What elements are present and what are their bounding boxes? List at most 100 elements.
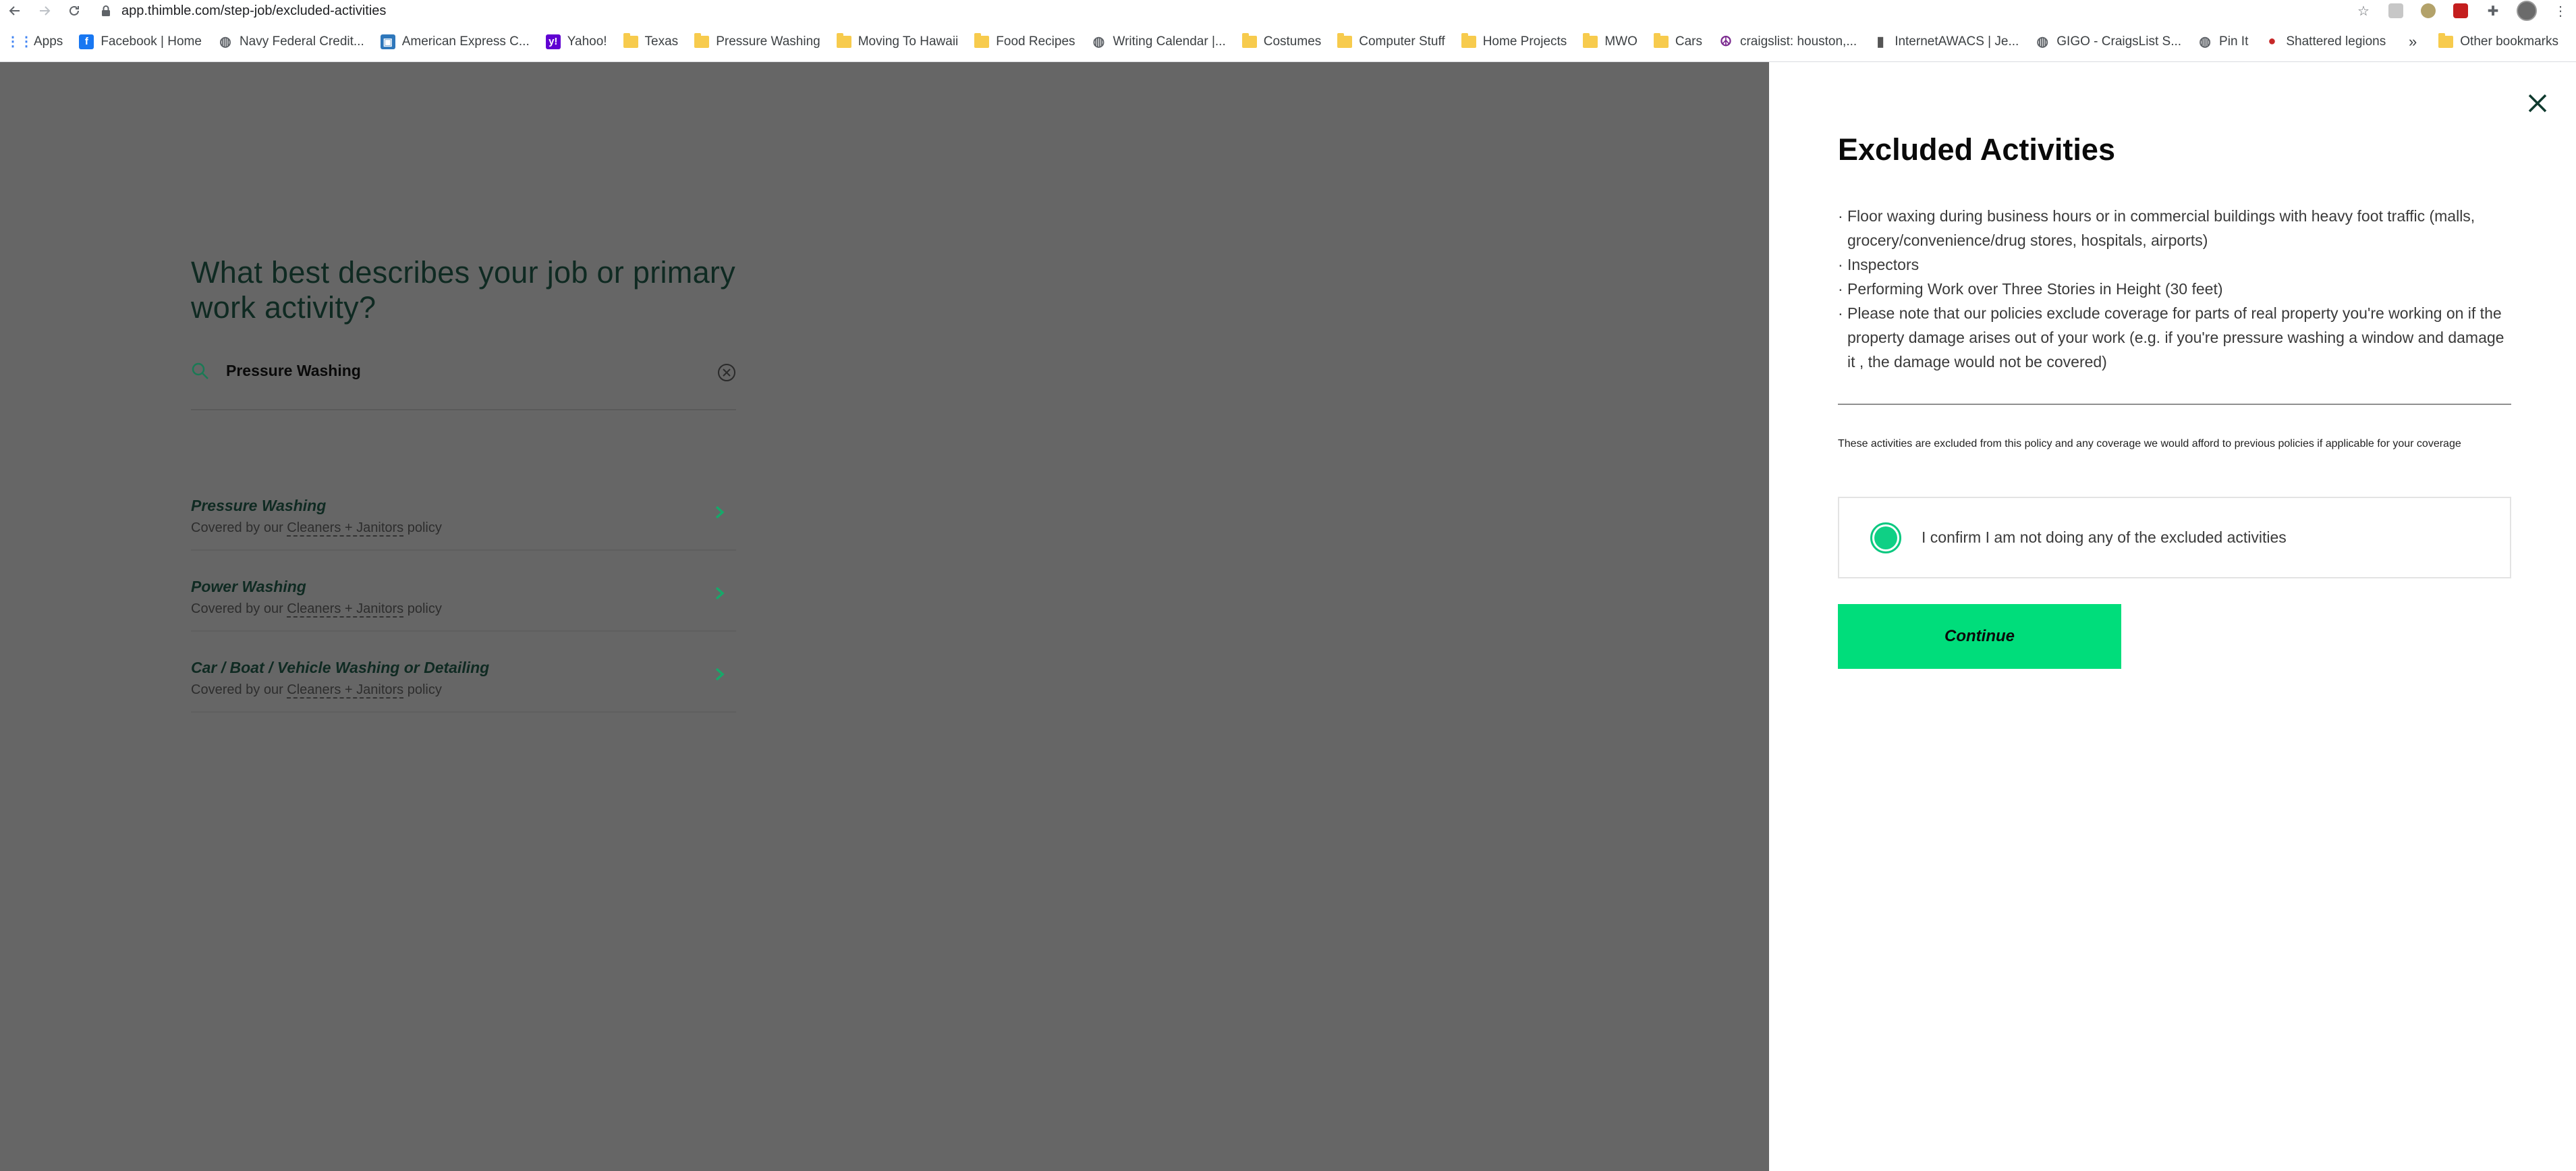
bookmark-item[interactable]: y! Yahoo! [538,28,615,55]
bookmark-item[interactable]: Food Recipes [966,28,1083,55]
confirm-radio[interactable] [1870,522,1901,553]
chevron-right-icon [715,587,725,600]
arrow-right-icon [40,6,51,16]
bookmark-label: Writing Calendar |... [1113,34,1226,49]
result-sub-suffix: policy [403,601,442,616]
folder-icon [623,32,638,48]
bookmark-item[interactable]: ● Shattered legions [2256,28,2394,55]
bookmark-item[interactable]: MWO [1575,28,1646,55]
folder-icon [1337,32,1353,48]
bookmark-item[interactable]: Moving To Hawaii [829,28,967,55]
globe-icon: ◍ [219,34,231,49]
bookmark-label: Computer Stuff [1359,34,1445,49]
close-icon[interactable] [2526,92,2549,115]
result-title: Power Washing [191,578,306,595]
bookmark-star-icon[interactable]: ☆ [2355,2,2372,20]
browser-toolbar: app.thimble.com/step-job/excluded-activi… [0,0,2576,22]
exclusion-item: Inspectors [1838,252,2513,277]
globe-icon: ◍ [1092,34,1105,49]
arrow-left-icon [9,6,20,16]
folder-icon [1241,32,1257,48]
bookmark-item[interactable]: Computer Stuff [1329,28,1453,55]
reload-button[interactable] [59,0,89,22]
bookmark-label: GIGO - CraigsList S... [2056,34,2182,49]
bookmark-label: Texas [644,34,679,49]
result-sub-prefix: Covered by our [191,520,287,535]
folder-icon [1461,32,1476,48]
bookmark-item[interactable]: f Facebook | Home [71,28,210,55]
exclusion-item: Floor waxing during business hours or in… [1838,204,2513,252]
clear-search-icon[interactable] [717,363,736,382]
bookmark-label: Apps [34,34,63,49]
drawer-title: Excluded Activities [1838,132,2115,167]
profile-avatar[interactable] [2517,1,2537,21]
chevron-right-icon [715,506,725,519]
result-title: Pressure Washing [191,497,327,514]
extension-gray-icon[interactable] [2387,2,2405,20]
bookmark-item[interactable]: ◍ GIGO - CraigsList S... [2027,28,2189,55]
job-selection-page: What best describes your job or primary … [0,62,1769,1171]
url-text: app.thimble.com/step-job/excluded-activi… [121,3,387,18]
excluded-activities-drawer: Excluded Activities Floor waxing during … [1769,62,2576,1171]
search-icon [192,362,208,379]
bookmark-label: American Express C... [401,34,530,49]
extension-coin-icon[interactable] [2419,2,2437,20]
kebab-menu-icon[interactable]: ⋮ [2552,2,2569,20]
result-sub-suffix: policy [403,520,442,535]
address-bar[interactable]: app.thimble.com/step-job/excluded-activi… [100,0,386,22]
policy-link[interactable]: Cleaners + Janitors [287,682,404,699]
facebook-icon: f [79,34,94,49]
bookmark-label: Home Projects [1482,34,1567,49]
search-input[interactable]: Pressure Washing [226,362,361,380]
bookmark-label: Yahoo! [567,34,607,49]
policy-link[interactable]: Cleaners + Janitors [287,601,404,618]
exclusion-list: Floor waxing during business hours or in… [1838,204,2513,374]
bookmark-label: Food Recipes [996,34,1075,49]
result-row[interactable]: Pressure Washing Covered by our Cleaners … [191,470,736,551]
bookmark-item[interactable]: ▣ American Express C... [372,28,538,55]
skull-icon: ● [2268,34,2276,49]
page-title: What best describes your job or primary … [191,255,735,325]
bookmarks-overflow: » Other bookmarks [2409,22,2567,62]
policy-link[interactable]: Cleaners + Janitors [287,520,404,537]
bookmark-item[interactable]: Home Projects [1453,28,1575,55]
reload-icon [69,5,79,16]
bookmark-item[interactable]: ⋮⋮ Apps [4,28,71,55]
exclusion-notice: These activities are excluded from this … [1838,438,2461,450]
other-bookmarks-button[interactable]: Other bookmarks [2430,28,2567,55]
back-button[interactable] [0,0,30,22]
more-bookmarks-button[interactable]: » [2409,33,2417,51]
bookmark-label: Costumes [1263,34,1322,49]
result-sub-prefix: Covered by our [191,682,287,697]
forward-button[interactable] [30,0,59,22]
bars-icon: ▮ [1876,34,1884,49]
result-row[interactable]: Power Washing Covered by our Cleaners + J… [191,551,736,632]
result-subtitle: Covered by our Cleaners + Janitors polic… [191,682,442,699]
bookmark-item[interactable]: ◍ Navy Federal Credit... [210,28,372,55]
confirm-option[interactable]: I confirm I am not doing any of the excl… [1838,497,2511,578]
acrobat-icon[interactable] [2452,2,2469,20]
bookmark-item[interactable]: ◍ Pin It [2189,28,2256,55]
amex-icon: ▣ [380,34,395,49]
folder-icon [974,32,990,48]
folder-icon [1653,32,1669,48]
bookmark-item[interactable]: ▮ InternetAWACS | Je... [1865,28,2027,55]
result-row[interactable]: Car / Boat / Vehicle Washing or Detailin… [191,632,736,713]
peace-icon: ☮ [1720,34,1732,49]
bookmark-label: Cars [1675,34,1702,49]
bookmark-item[interactable]: ◍ Writing Calendar |... [1084,28,1234,55]
bookmark-item[interactable]: Costumes [1234,28,1330,55]
bookmark-item[interactable]: Cars [1646,28,1710,55]
bookmark-item[interactable]: Texas [615,28,687,55]
bookmark-item[interactable]: ☮ craigslist: houston,... [1710,28,1865,55]
continue-button[interactable]: Continue [1838,604,2121,669]
globe-icon: ◍ [2199,34,2211,49]
puzzle-icon[interactable]: ✚ [2484,2,2502,20]
bookmark-item[interactable]: Pressure Washing [686,28,829,55]
folder-icon [694,32,710,48]
job-search-field[interactable]: Pressure Washing [191,356,736,410]
confirm-label: I confirm I am not doing any of the excl… [1922,528,2287,546]
globe-icon: ◍ [2036,34,2048,49]
result-subtitle: Covered by our Cleaners + Janitors polic… [191,520,442,537]
bookmarks-bar: ⋮⋮ Apps f Facebook | Home ◍ Navy Federal Cred… [0,22,2576,62]
